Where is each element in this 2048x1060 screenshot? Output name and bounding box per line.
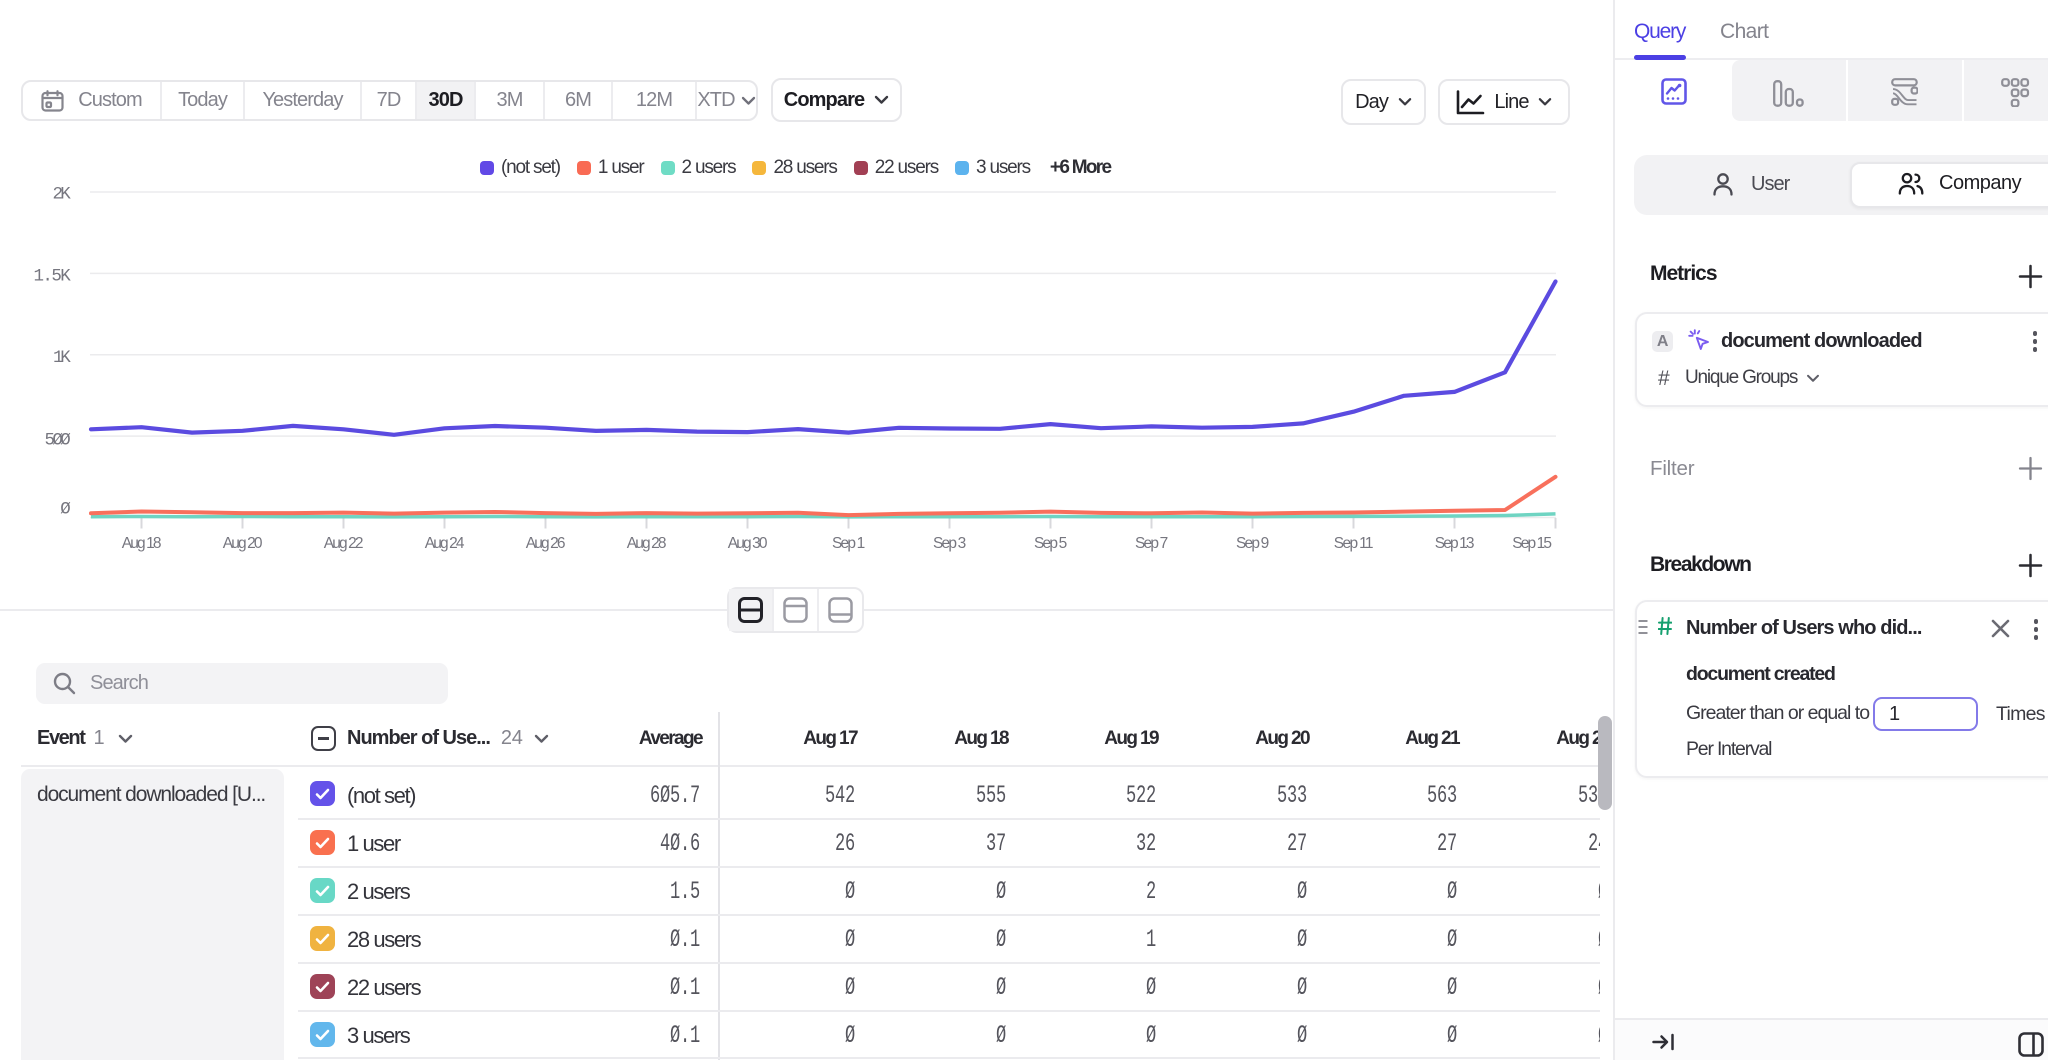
svg-text:Aug 24: Aug 24 <box>425 535 465 552</box>
svg-text:Sep 15: Sep 15 <box>1512 535 1552 552</box>
svg-text:5ØØ: 5ØØ <box>45 431 71 451</box>
svg-text:Sep 3: Sep 3 <box>933 535 966 552</box>
svg-text:Aug 26: Aug 26 <box>526 535 566 552</box>
svg-text:Sep 13: Sep 13 <box>1435 535 1475 552</box>
svg-text:Sep 9: Sep 9 <box>1236 535 1269 552</box>
svg-text:Aug 30: Aug 30 <box>728 535 768 552</box>
svg-text:Sep 5: Sep 5 <box>1034 535 1067 552</box>
svg-text:Sep 1: Sep 1 <box>832 535 865 552</box>
svg-text:1.5K: 1.5K <box>34 267 72 287</box>
svg-text:2K: 2K <box>53 185 72 205</box>
svg-text:Aug 20: Aug 20 <box>223 535 263 552</box>
svg-text:1K: 1K <box>53 348 71 368</box>
svg-text:Sep 7: Sep 7 <box>1135 535 1168 552</box>
svg-text:Aug 22: Aug 22 <box>324 535 364 552</box>
svg-text:Ø: Ø <box>60 500 70 520</box>
svg-text:Aug 18: Aug 18 <box>122 535 162 552</box>
svg-text:Sep 11: Sep 11 <box>1334 535 1374 552</box>
svg-text:Aug 28: Aug 28 <box>627 535 667 552</box>
